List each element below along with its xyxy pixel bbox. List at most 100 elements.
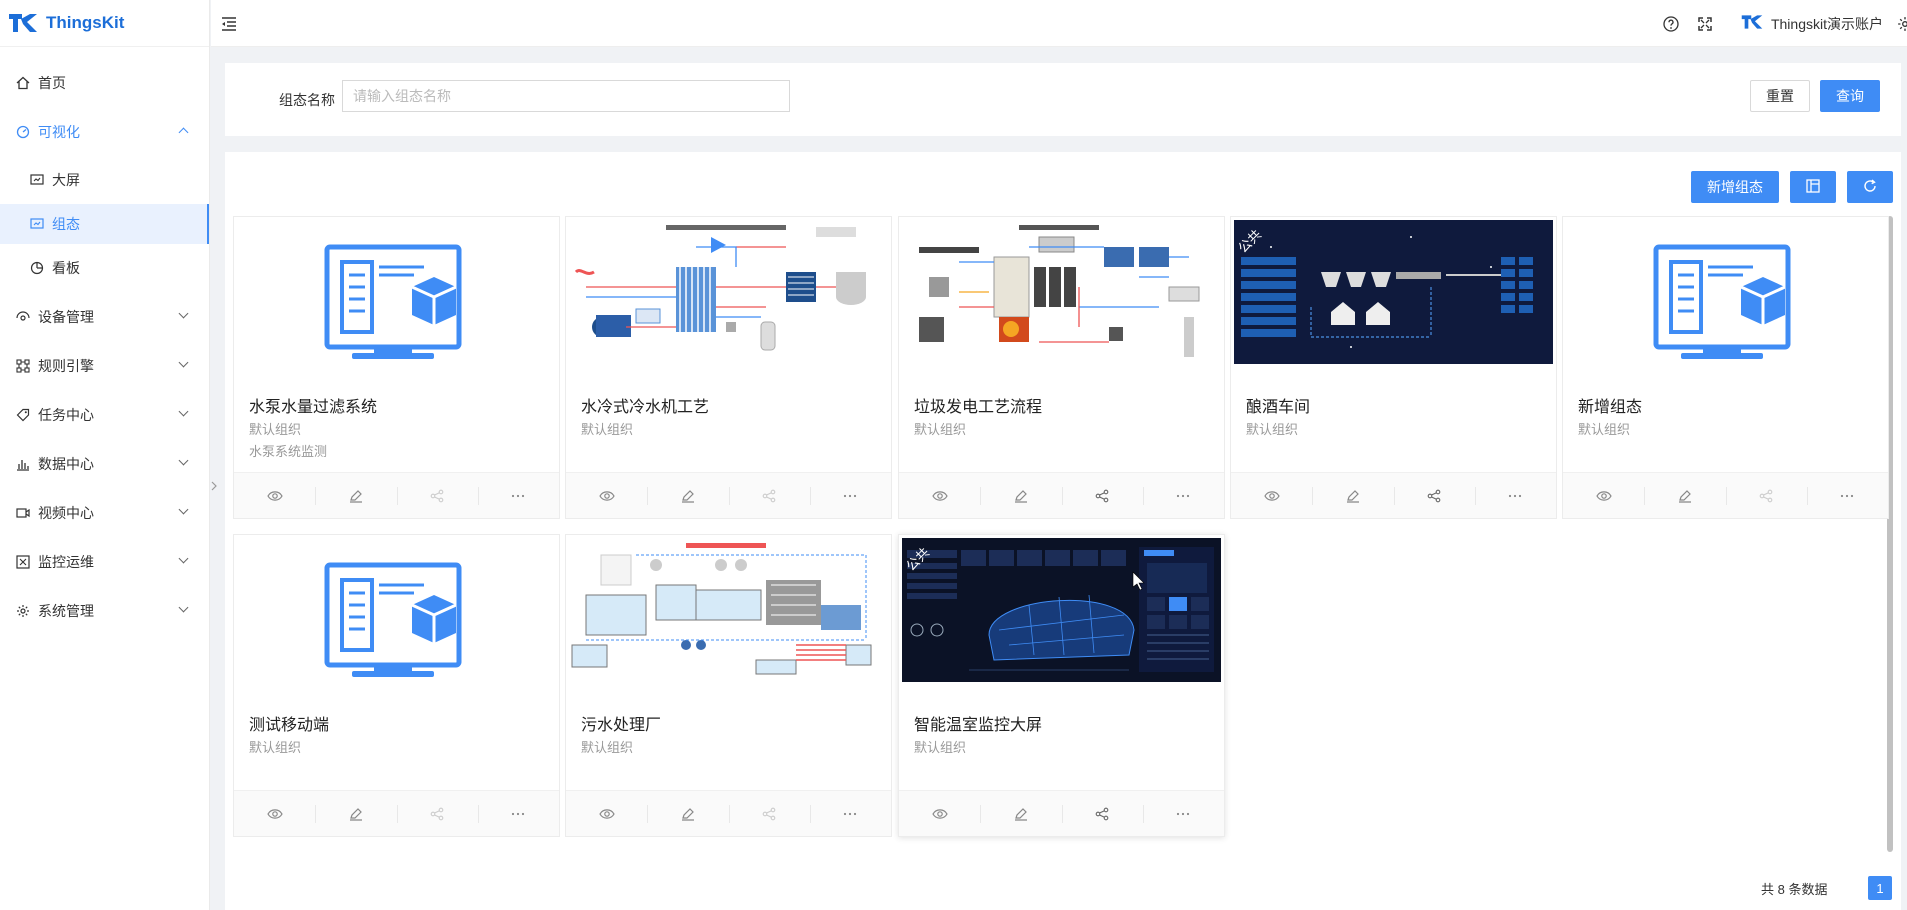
config-card[interactable]: 私有 新增组态 默认组织	[1562, 216, 1889, 519]
config-name-input[interactable]	[342, 80, 790, 112]
reset-button[interactable]: 重置	[1750, 80, 1810, 112]
card-organization: 默认组织	[914, 422, 967, 437]
app-logo[interactable]: ThingsKit	[0, 0, 209, 47]
config-card[interactable]: 私有 水冷式冷水机工艺 默认组织	[565, 216, 892, 519]
fullscreen-icon[interactable]	[1697, 16, 1713, 32]
card-actions	[566, 472, 891, 518]
public-badge: 公共	[899, 217, 959, 277]
sidebar-item-data-center[interactable]: 数据中心	[0, 439, 209, 488]
share-icon[interactable]	[728, 791, 810, 836]
sidebar-item-device-management[interactable]: 设备管理	[0, 292, 209, 341]
sidebar-item-video-center[interactable]: 视频中心	[0, 488, 209, 537]
private-badge: 私有	[1563, 217, 1623, 277]
sidebar-item-task-center[interactable]: 任务中心	[0, 390, 209, 439]
share-icon[interactable]	[396, 473, 478, 518]
private-badge: 私有	[566, 535, 626, 595]
card-description: 水泵系统监测	[249, 444, 328, 459]
preview-eye-icon[interactable]	[566, 473, 647, 518]
sidebar-item-system-management[interactable]: 系统管理	[0, 586, 209, 635]
preview-eye-icon[interactable]	[566, 791, 647, 836]
chevron-down-icon	[178, 455, 189, 466]
rule-icon	[16, 358, 30, 373]
share-icon[interactable]	[1725, 473, 1807, 518]
preview-eye-icon[interactable]	[234, 473, 315, 518]
card-organization: 默认组织	[581, 740, 634, 755]
public-badge: 公共	[899, 535, 959, 595]
more-ellipsis-icon[interactable]	[809, 791, 891, 836]
sidebar-item-visualization[interactable]: 可视化	[0, 107, 209, 156]
dashboard-icon	[16, 125, 30, 139]
more-ellipsis-icon[interactable]	[809, 473, 891, 518]
edit-pencil-icon[interactable]	[647, 791, 728, 836]
more-ellipsis-icon[interactable]	[1474, 473, 1556, 518]
edit-pencil-icon[interactable]	[315, 473, 396, 518]
edit-pencil-icon[interactable]	[647, 473, 728, 518]
total-count: 共 8 条数据	[1761, 882, 1828, 897]
sidebar-item-bigscreen[interactable]: 大屏	[0, 160, 209, 200]
preview-eye-icon[interactable]	[1231, 473, 1312, 518]
sidebar: ThingsKit 首页 可视化 大屏 组态 看板 设备管理 规则引擎 任务中心	[0, 0, 210, 910]
share-icon[interactable]	[396, 791, 478, 836]
sidebar-item-home[interactable]: 首页	[0, 59, 209, 107]
chevron-down-icon	[178, 553, 189, 564]
edit-pencil-icon[interactable]	[1312, 473, 1393, 518]
config-icon	[30, 217, 44, 231]
query-button[interactable]: 查询	[1820, 80, 1880, 112]
config-card[interactable]: 私有 测试移动端 默认组织	[233, 534, 560, 837]
layout-toggle-button[interactable]	[1790, 171, 1836, 203]
private-badge: 私有	[234, 535, 294, 595]
card-thumbnail: 私有	[566, 535, 891, 695]
sidebar-item-monitoring[interactable]: 监控运维	[0, 537, 209, 586]
content-panel: 新增组态 私有 水泵水量过滤系统 默认组织 水泵系统监测 私有 水冷式冷水机工艺…	[225, 152, 1901, 910]
more-ellipsis-icon[interactable]	[1142, 791, 1224, 836]
share-icon[interactable]	[1393, 473, 1475, 518]
config-card[interactable]: 公共 酿酒车间 默认组织	[1230, 216, 1557, 519]
more-ellipsis-icon[interactable]	[1142, 473, 1224, 518]
preview-eye-icon[interactable]	[234, 791, 315, 836]
share-icon[interactable]	[1061, 473, 1143, 518]
private-badge: 私有	[566, 217, 626, 277]
edit-pencil-icon[interactable]	[315, 791, 396, 836]
card-organization: 默认组织	[249, 740, 302, 755]
card-thumbnail: 公共	[899, 535, 1224, 695]
card-title: 水冷式冷水机工艺	[581, 399, 710, 416]
preview-eye-icon[interactable]	[899, 791, 980, 836]
refresh-button[interactable]	[1847, 171, 1893, 203]
chevron-up-icon	[178, 127, 189, 138]
add-configuration-button[interactable]: 新增组态	[1691, 171, 1779, 203]
edit-pencil-icon[interactable]	[980, 791, 1061, 836]
more-ellipsis-icon[interactable]	[477, 791, 559, 836]
card-actions	[234, 472, 559, 518]
tag-icon	[16, 408, 30, 422]
private-badge: 私有	[234, 217, 294, 277]
page-number-button[interactable]: 1	[1868, 876, 1892, 900]
screen-icon	[30, 173, 44, 187]
menu-fold-icon[interactable]	[221, 16, 237, 35]
edit-pencil-icon[interactable]	[1644, 473, 1725, 518]
card-actions	[899, 472, 1224, 518]
chevron-down-icon	[178, 602, 189, 613]
sidebar-item-board[interactable]: 看板	[0, 248, 209, 288]
share-icon[interactable]	[728, 473, 810, 518]
sidebar-collapse-handle[interactable]	[210, 476, 218, 496]
sidebar-item-configuration[interactable]: 组态	[0, 204, 209, 244]
config-card[interactable]: 私有 水泵水量过滤系统 默认组织 水泵系统监测	[233, 216, 560, 519]
share-icon[interactable]	[1061, 791, 1143, 836]
help-icon[interactable]	[1663, 15, 1679, 32]
card-thumbnail: 公共	[899, 217, 1224, 377]
user-name[interactable]: Thingskit演示账户	[1771, 14, 1883, 34]
sidebar-item-label: 数据中心	[38, 455, 94, 472]
card-actions	[1231, 472, 1556, 518]
user-avatar[interactable]	[1741, 13, 1763, 34]
config-card[interactable]: 私有 污水处理厂 默认组织	[565, 534, 892, 837]
preview-eye-icon[interactable]	[899, 473, 980, 518]
preview-eye-icon[interactable]	[1563, 473, 1644, 518]
settings-gear-icon[interactable]	[1897, 16, 1907, 32]
config-card[interactable]: 公共 智能温室监控大屏 默认组织	[898, 534, 1225, 837]
more-ellipsis-icon[interactable]	[1806, 473, 1888, 518]
chevron-down-icon	[178, 308, 189, 319]
more-ellipsis-icon[interactable]	[477, 473, 559, 518]
config-card[interactable]: 公共 垃圾发电工艺流程 默认组织	[898, 216, 1225, 519]
edit-pencil-icon[interactable]	[980, 473, 1061, 518]
sidebar-item-rule-engine[interactable]: 规则引擎	[0, 341, 209, 390]
